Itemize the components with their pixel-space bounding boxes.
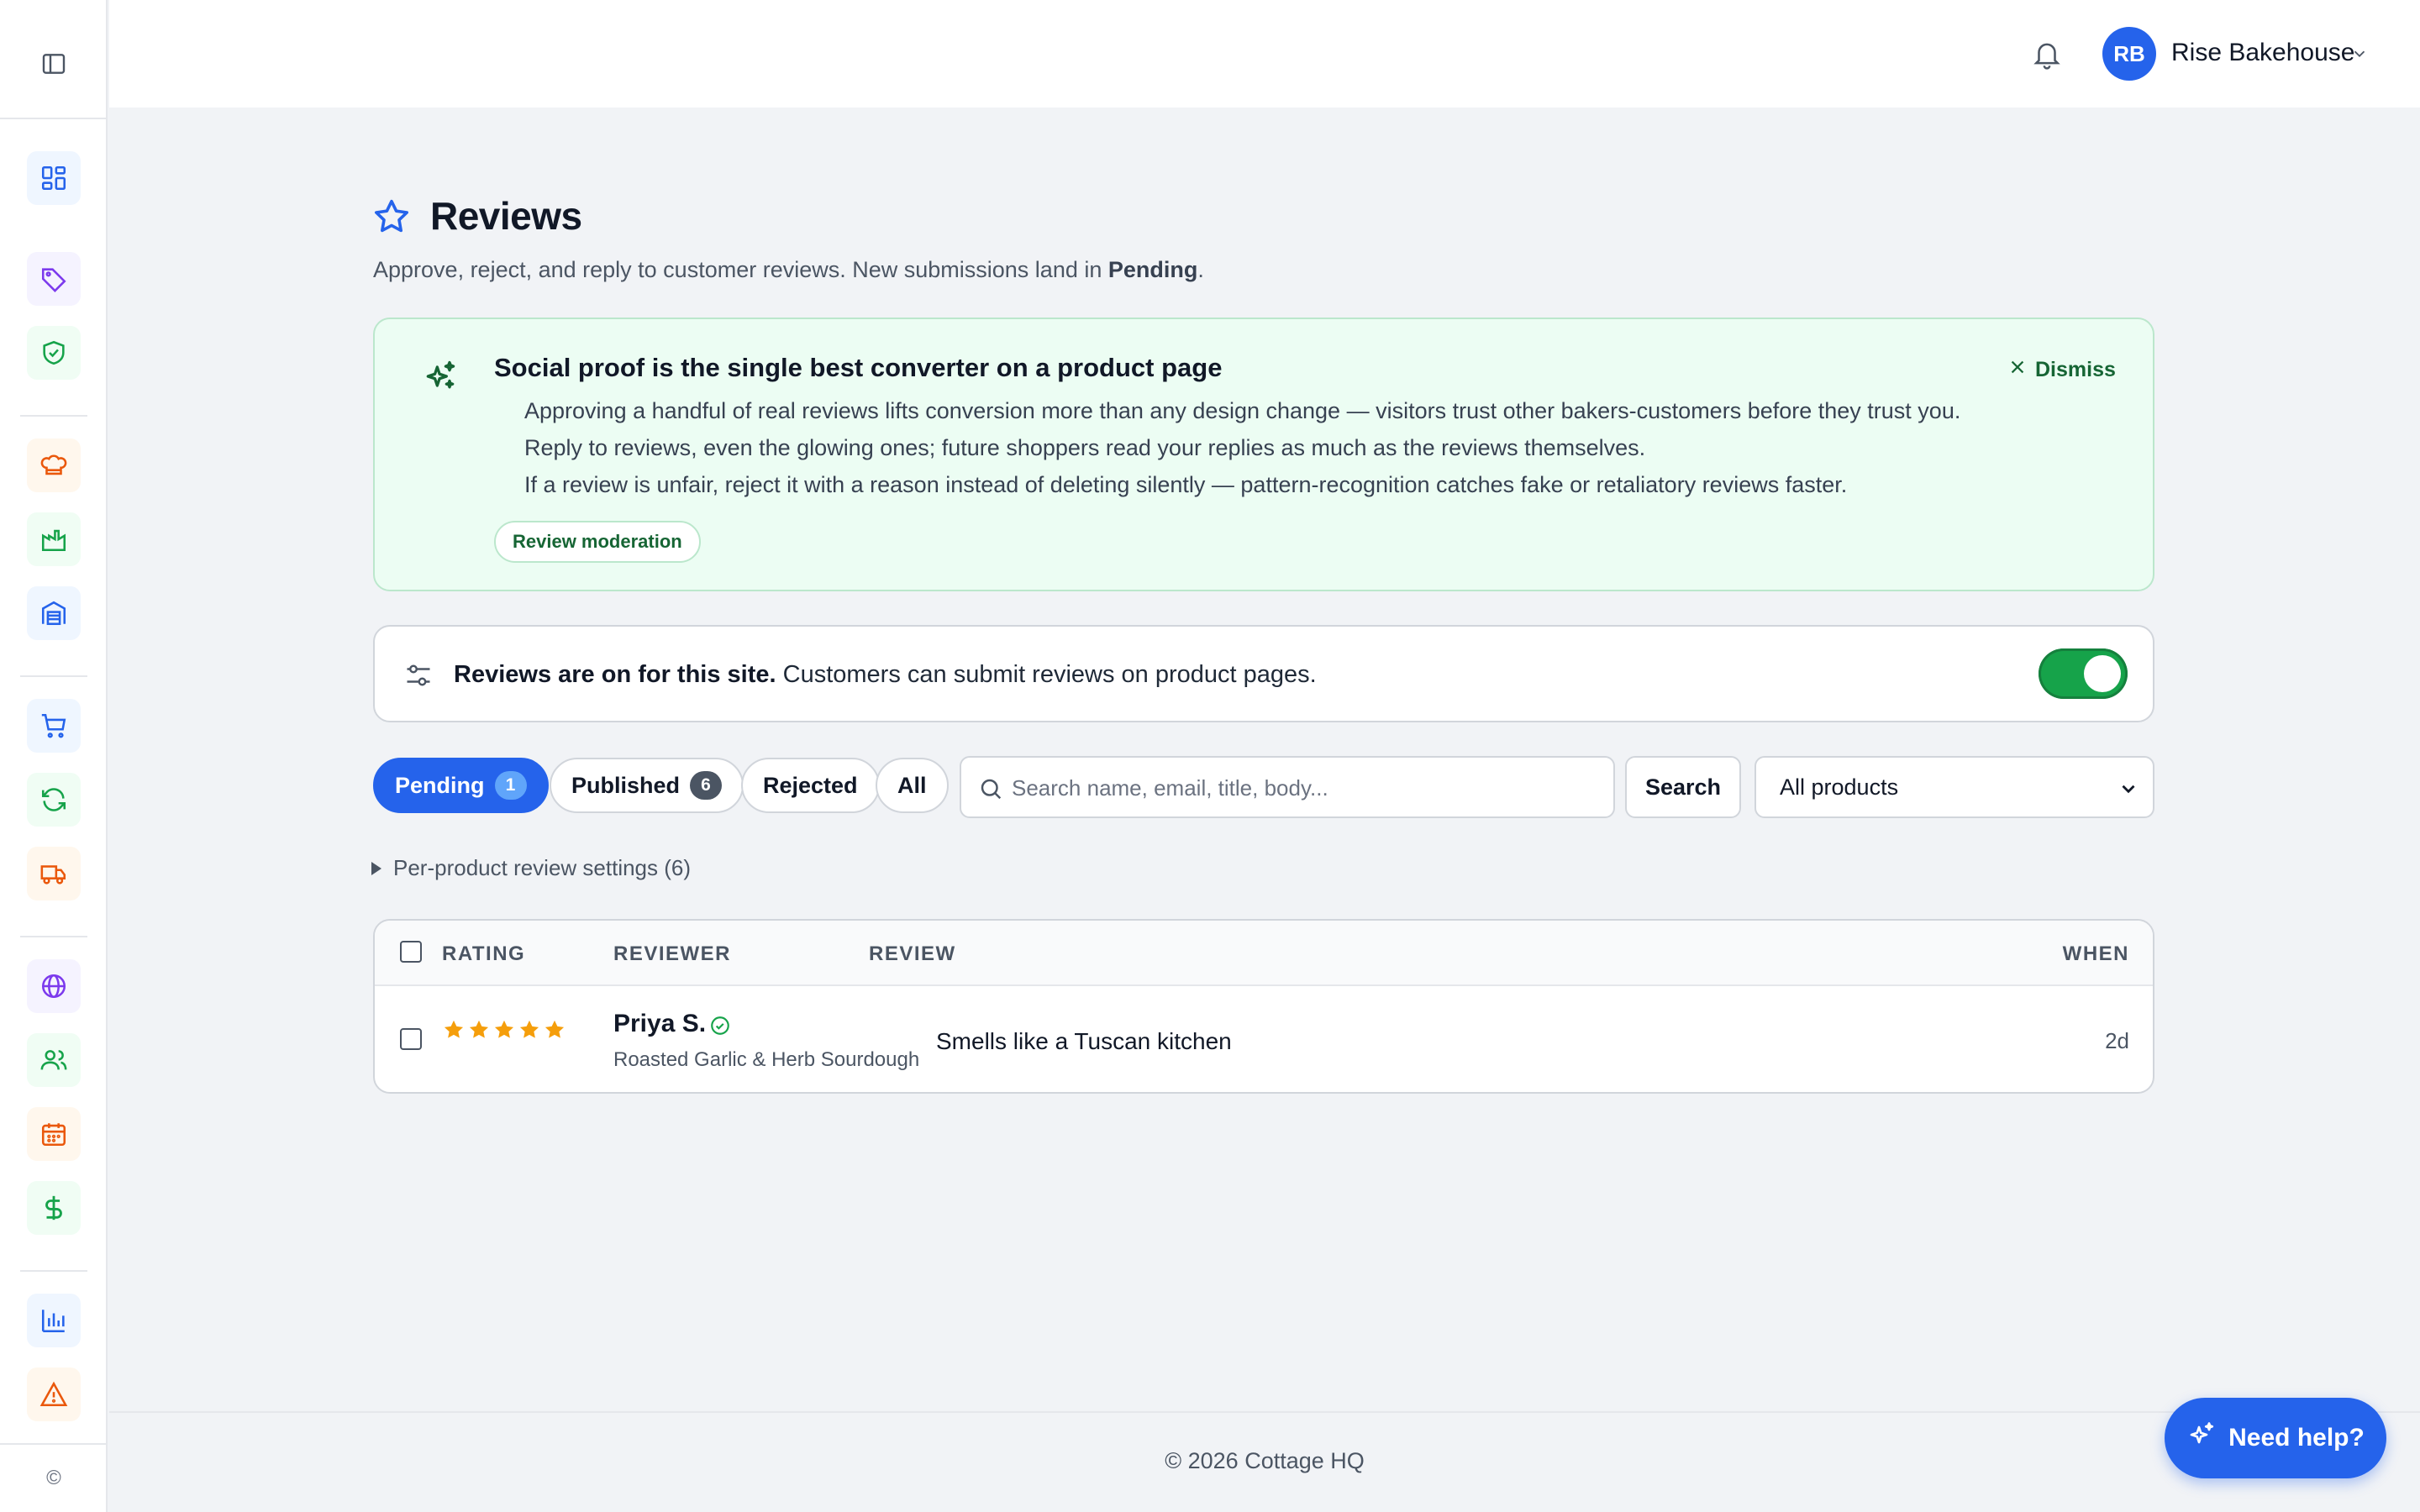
sidebar-separator [20, 1270, 87, 1272]
topbar [109, 0, 2420, 108]
count-badge: 1 [494, 771, 527, 800]
toggle-knob [2084, 655, 2121, 692]
search-input[interactable] [1012, 768, 1600, 808]
count-badge: 6 [690, 771, 723, 800]
bar-chart-icon[interactable] [27, 1294, 81, 1347]
sidebar-copyright: © [0, 1443, 108, 1512]
search-button[interactable]: Search [1625, 756, 1741, 818]
star-icon [519, 1020, 539, 1038]
reviews-table: RATING REVIEWER REVIEW WHEN Priya S. Roa… [373, 919, 2154, 1094]
reviews-enabled-text: Reviews are on for this site. Customers … [454, 661, 1317, 688]
select-all-checkbox[interactable] [400, 941, 422, 963]
tab-rejected[interactable]: Rejected [741, 758, 880, 813]
tab-published[interactable]: Published 6 [550, 758, 744, 813]
star-icon [371, 197, 412, 237]
reviews-toggle-switch[interactable] [2039, 648, 2128, 699]
table-header: RATING REVIEWER REVIEW WHEN [375, 921, 2153, 986]
sparkles-icon [2186, 1420, 2217, 1457]
users-icon[interactable] [27, 1033, 81, 1087]
truck-icon[interactable] [27, 847, 81, 900]
tab-all[interactable]: All [876, 758, 949, 813]
page-subtitle: Approve, reject, and reply to customer r… [373, 257, 1204, 282]
tag-icon[interactable] [27, 252, 81, 306]
need-help-label: Need help? [2228, 1424, 2365, 1452]
tip-line: If a review is unfair, reject it with a … [524, 472, 1848, 497]
tip-title: Social proof is the single best converte… [494, 353, 1223, 382]
account-name[interactable]: Rise Bakehouse [2171, 39, 2354, 67]
avatar[interactable]: RB [2102, 27, 2156, 81]
factory-icon[interactable] [27, 512, 81, 566]
product-select-value: All products [1780, 774, 1899, 800]
tab-label: Published [571, 772, 681, 798]
sparkles-icon [422, 358, 459, 395]
sidebar-toggle-icon[interactable] [34, 44, 74, 84]
search-icon [978, 776, 1003, 801]
calendar-icon[interactable] [27, 1107, 81, 1161]
tab-label: Rejected [763, 772, 858, 798]
star-icon [444, 1020, 464, 1038]
per-product-settings-toggle[interactable]: Per-product review settings (6) [371, 855, 691, 881]
review-title[interactable]: Smells like a Tuscan kitchen [936, 1028, 1232, 1055]
tip-panel: Social proof is the single best converte… [373, 318, 2154, 591]
verified-check-icon [709, 1015, 731, 1037]
sidebar-separator [20, 675, 87, 677]
dismiss-button[interactable]: Dismiss [2008, 353, 2116, 386]
row-checkbox[interactable] [400, 1028, 422, 1050]
search-field [960, 756, 1615, 818]
per-product-label: Per-product review settings (6) [393, 855, 692, 880]
close-icon [2008, 358, 2027, 382]
cart-icon[interactable] [27, 699, 81, 753]
review-age: 2d [2105, 1028, 2129, 1053]
star-icon [544, 1020, 565, 1038]
tab-label: Pending [395, 772, 485, 798]
column-header-when: WHEN [2062, 942, 2129, 965]
tab-label: All [897, 772, 927, 798]
bell-icon[interactable] [2027, 34, 2067, 74]
tip-line: Approving a handful of real reviews lift… [524, 398, 1961, 423]
tip-line: Reply to reviews, even the glowing ones;… [524, 435, 1646, 460]
column-header-review: REVIEW [869, 942, 956, 965]
page-title: Reviews [430, 194, 582, 238]
footer-divider [109, 1411, 2420, 1413]
warehouse-icon[interactable] [27, 586, 81, 640]
warning-icon[interactable] [27, 1368, 81, 1421]
shield-check-icon[interactable] [27, 326, 81, 380]
sliders-icon [403, 660, 434, 690]
product-select[interactable]: All products [1754, 756, 2154, 818]
review-moderation-chip[interactable]: Review moderation [494, 521, 701, 563]
sidebar: © [0, 0, 108, 1512]
reviewer-name: Priya S. [613, 1010, 707, 1037]
sidebar-separator [20, 936, 87, 937]
star-icon [469, 1020, 489, 1038]
chevron-down-icon[interactable] [2348, 42, 2371, 66]
dashboard-grid-icon[interactable] [27, 151, 81, 205]
tab-pending[interactable]: Pending 1 [373, 758, 549, 813]
footer: © 2026 Cottage HQ [1165, 1448, 1365, 1473]
dismiss-label: Dismiss [2035, 357, 2116, 381]
globe-icon[interactable] [27, 959, 81, 1013]
disclosure-triangle-icon [371, 861, 381, 875]
dollar-icon[interactable] [27, 1181, 81, 1235]
star-icon [494, 1020, 514, 1038]
table-row[interactable]: Priya S. Roasted Garlic & Herb Sourdough… [375, 986, 2153, 1092]
star-rating [442, 1018, 566, 1042]
column-header-rating: RATING [442, 942, 526, 965]
column-header-reviewer: REVIEWER [613, 942, 732, 965]
refresh-icon[interactable] [27, 773, 81, 827]
sidebar-divider [0, 118, 108, 119]
sidebar-separator [20, 415, 87, 417]
chef-hat-icon[interactable] [27, 438, 81, 492]
chevron-down-icon [2118, 778, 2139, 800]
reviewed-product: Roasted Garlic & Herb Sourdough [613, 1048, 920, 1071]
need-help-button[interactable]: Need help? [2165, 1398, 2386, 1478]
reviews-enabled-panel: Reviews are on for this site. Customers … [373, 625, 2154, 722]
